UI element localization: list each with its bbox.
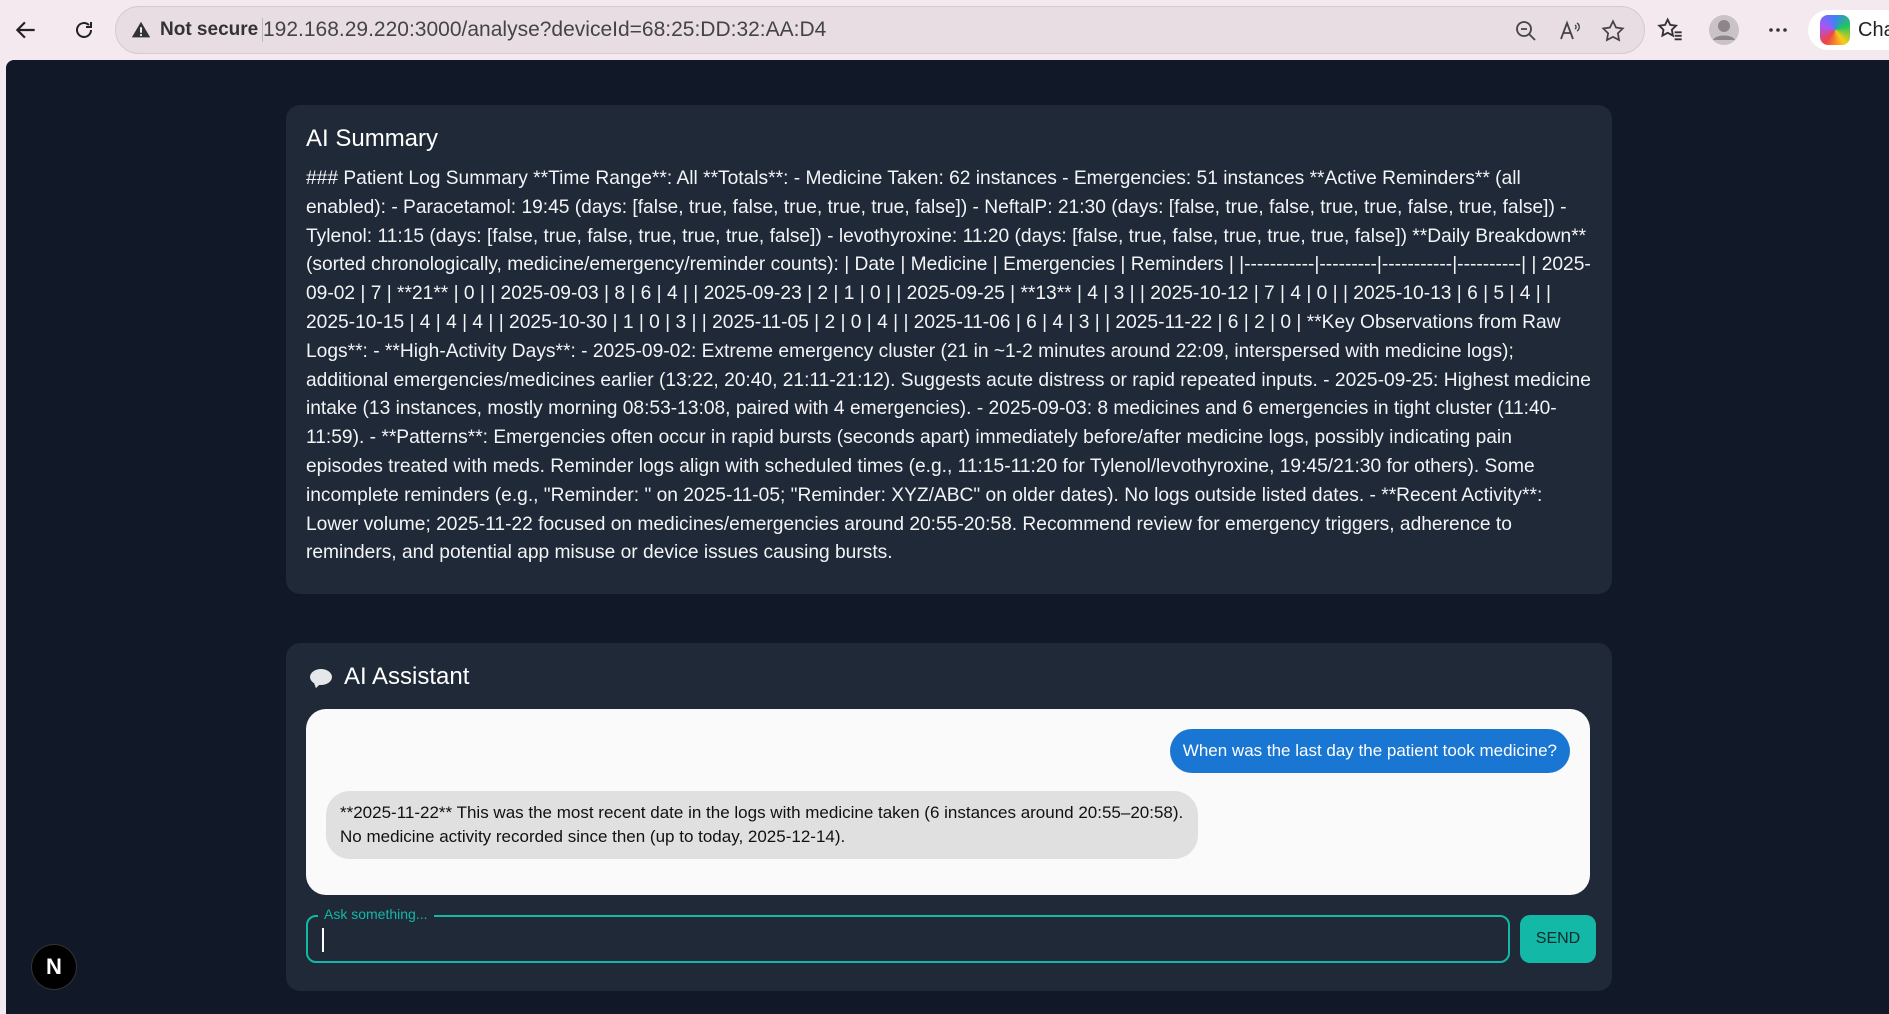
back-arrow-icon[interactable] — [8, 12, 44, 48]
url-text[interactable]: 192.168.29.220:3000/analyse?deviceId=68:… — [262, 18, 826, 42]
chat-messages: When was the last day the patient took m… — [306, 709, 1590, 895]
ask-input-label: Ask something... — [318, 906, 434, 922]
ask-input[interactable] — [320, 925, 1494, 955]
assistant-title: AI Assistant — [344, 663, 470, 690]
nextjs-dev-badge[interactable]: N — [32, 945, 76, 989]
copilot-label: Cha — [1858, 18, 1889, 41]
profile-avatar-icon[interactable] — [1708, 14, 1740, 46]
user-message: When was the last day the patient took m… — [1169, 729, 1570, 773]
ask-input-field[interactable]: Ask something... — [306, 906, 1510, 963]
summary-text: ### Patient Log Summary **Time Range**: … — [306, 168, 1591, 564]
favorites-icon[interactable] — [1654, 14, 1686, 46]
favorite-star-icon[interactable] — [1599, 17, 1627, 45]
ai-assistant-card: AI Assistant When was the last day the p… — [286, 643, 1612, 991]
more-options-icon[interactable] — [1762, 14, 1794, 46]
assistant-header: AI Assistant — [306, 663, 1592, 691]
speech-bubble-icon — [310, 669, 332, 685]
security-label[interactable]: Not secure — [160, 19, 258, 41]
address-bar[interactable]: Not secure 192.168.29.220:3000/analyse?d… — [115, 6, 1645, 54]
ai-summary-card: AI Summary ### Patient Log Summary **Tim… — [286, 105, 1612, 594]
reload-icon[interactable] — [66, 12, 102, 48]
page-viewport: AI Summary ### Patient Log Summary **Tim… — [6, 60, 1889, 1014]
zoom-out-icon[interactable] — [1512, 17, 1540, 45]
send-button[interactable]: SEND — [1520, 915, 1596, 963]
copilot-logo-icon — [1820, 15, 1850, 45]
browser-toolbar: Not secure 192.168.29.220:3000/analyse?d… — [0, 0, 1889, 60]
copilot-button[interactable]: Cha — [1808, 10, 1889, 50]
summary-title: AI Summary — [306, 125, 439, 152]
warning-icon[interactable] — [130, 19, 152, 41]
assistant-message: **2025-11-22** This was the most recent … — [326, 791, 1198, 859]
read-aloud-icon[interactable] — [1556, 17, 1584, 45]
